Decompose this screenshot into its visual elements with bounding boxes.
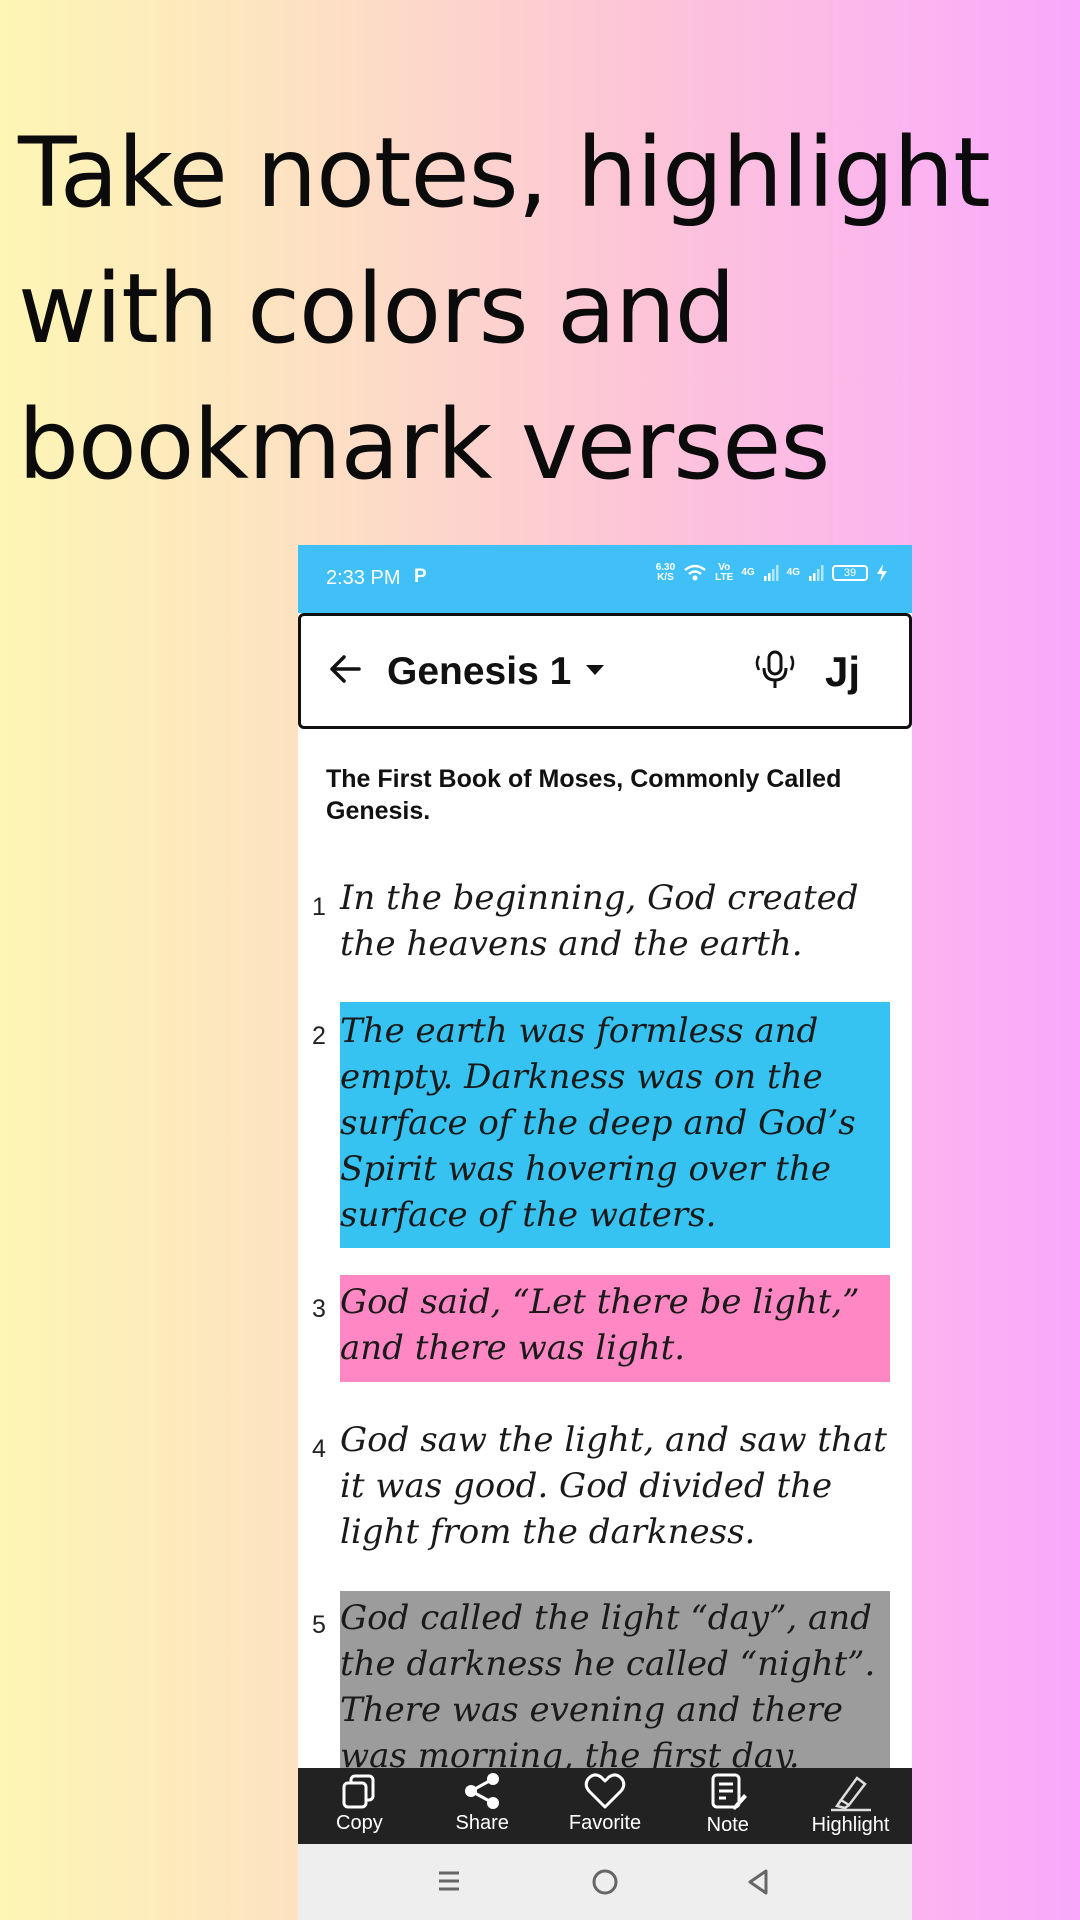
status-time: 2:33 PM: [326, 567, 401, 589]
status-bar: 2:33 PM P 6.30 K/S Vo LTE 4G 4G 39: [298, 545, 912, 613]
verse-number: 2: [312, 1022, 326, 1050]
system-nav-bar: [298, 1844, 912, 1920]
copy-button[interactable]: Copy: [298, 1768, 420, 1844]
favorite-button[interactable]: Favorite: [544, 1768, 666, 1844]
copy-label: Copy: [336, 1812, 383, 1834]
verse-action-bar: Copy Share Favorite Note Highlight: [298, 1768, 912, 1844]
share-label: Share: [455, 1812, 509, 1834]
verse-text[interactable]: In the beginning, God created the heaven…: [340, 875, 890, 967]
back-icon[interactable]: [744, 1867, 772, 1897]
share-icon: [465, 1773, 500, 1809]
back-arrow-icon[interactable]: [329, 654, 361, 684]
favorite-label: Favorite: [568, 1812, 642, 1834]
verse-number: 4: [312, 1435, 326, 1463]
wifi-icon: [684, 564, 706, 581]
network-type-2: 4G: [786, 567, 800, 578]
signal-icon: [763, 565, 779, 581]
chevron-down-icon[interactable]: [585, 664, 605, 676]
note-button[interactable]: Note: [667, 1768, 789, 1844]
verse-number: 3: [312, 1295, 326, 1323]
signal-icon-2: [809, 565, 824, 581]
book-heading: The First Book of Moses, Commonly Called…: [326, 765, 842, 825]
microphone-icon[interactable]: [753, 648, 797, 692]
chapter-title[interactable]: Genesis 1: [387, 650, 571, 694]
verse-text-highlighted-gray[interactable]: God called the light “day”, and the dark…: [340, 1591, 890, 1781]
verse-number: 1: [312, 893, 326, 921]
verse-text-highlighted-pink[interactable]: God said, “Let there be light,” and ther…: [340, 1275, 890, 1382]
highlighter-icon: [830, 1776, 871, 1812]
highlight-button[interactable]: Highlight: [790, 1768, 912, 1844]
network-type-1: 4G: [741, 567, 755, 578]
network-speed-unit: K/S: [657, 572, 674, 583]
verse-number: 5: [312, 1611, 326, 1639]
home-icon[interactable]: [590, 1867, 620, 1897]
highlight-label: Highlight: [811, 1814, 890, 1836]
verse-text[interactable]: God saw the light, and saw that it was g…: [340, 1417, 890, 1555]
charging-icon: [877, 564, 887, 582]
battery-icon: 39: [832, 565, 868, 581]
app-bar: Genesis 1 Jj: [298, 613, 912, 729]
heart-icon: [584, 1773, 626, 1809]
phone-screen: 2:33 PM P 6.30 K/S Vo LTE 4G 4G 39 Genes…: [298, 545, 912, 1920]
notification-icon: P: [414, 566, 427, 587]
volte-icon: Vo LTE: [715, 563, 733, 583]
note-label: Note: [706, 1814, 749, 1836]
volte-bottom: LTE: [715, 572, 734, 583]
menu-icon[interactable]: [436, 1868, 462, 1894]
verse-text-highlighted-blue[interactable]: The earth was formless and empty. Darkne…: [340, 1002, 890, 1248]
copy-icon: [342, 1774, 375, 1809]
note-icon: [711, 1773, 747, 1810]
font-size-button[interactable]: Jj: [825, 648, 860, 696]
status-indicators: 6.30 K/S Vo LTE 4G 4G 39: [656, 563, 888, 583]
promo-headline: Take notes, highlight with colors and bo…: [18, 117, 991, 501]
share-button[interactable]: Share: [421, 1768, 543, 1844]
network-speed: 6.30 K/S: [656, 563, 675, 583]
